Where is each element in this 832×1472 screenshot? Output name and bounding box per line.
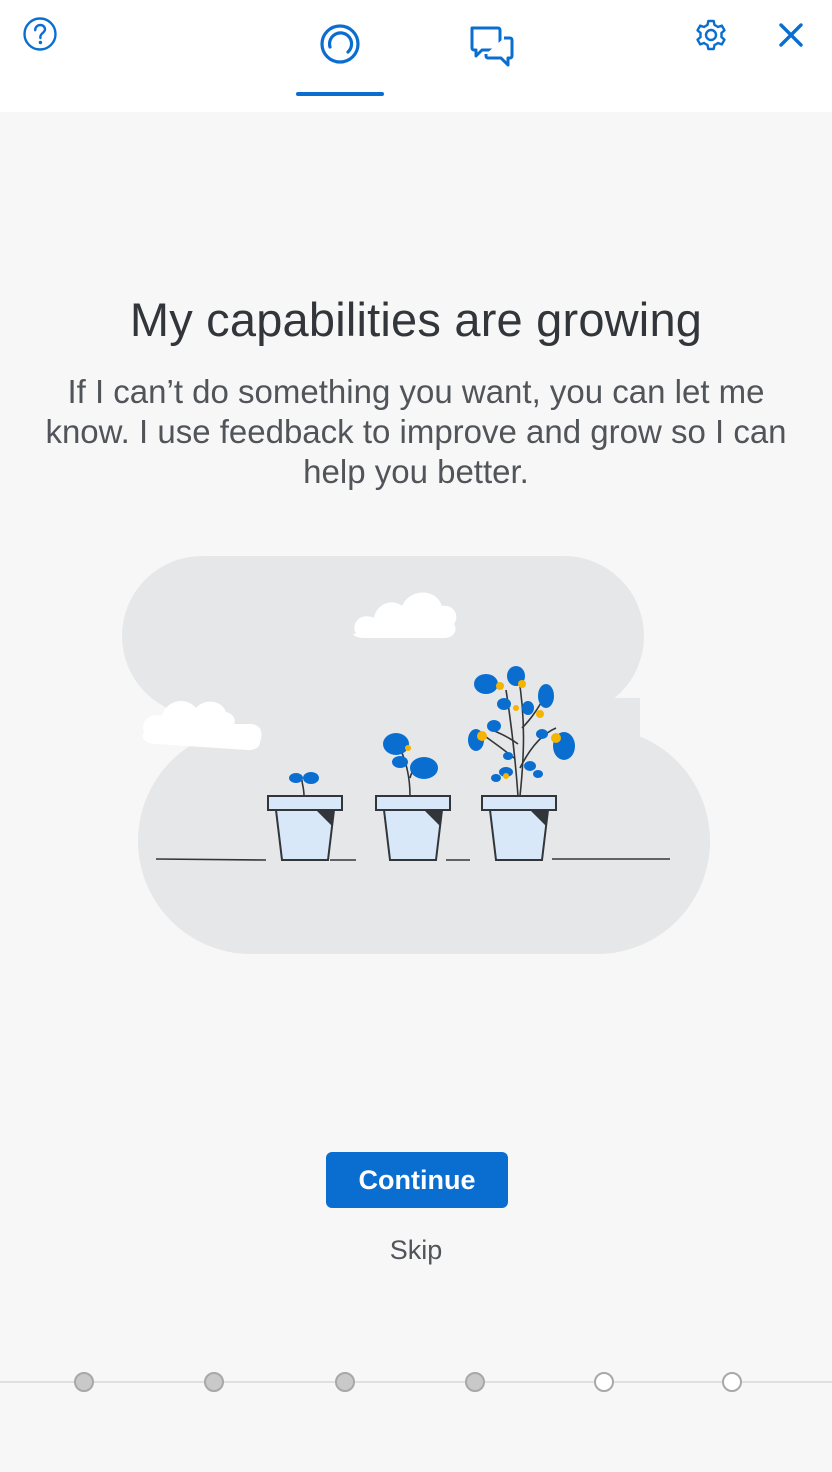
settings-button[interactable] [690, 14, 732, 56]
page-title: My capabilities are growing [129, 293, 703, 346]
tab-chat[interactable] [448, 22, 536, 96]
assistant-ring-icon [320, 24, 360, 64]
progress-step-dot [594, 1372, 614, 1392]
progress-step-dot [335, 1372, 355, 1392]
progress-step-dot [204, 1372, 224, 1392]
close-icon [779, 23, 803, 47]
growing-plants-illustration [122, 556, 710, 954]
chat-bubbles-icon [470, 26, 514, 67]
header-bar [0, 0, 832, 112]
onboarding-screen: My capabilities are growing If I can’t d… [0, 0, 832, 1472]
tab-assistant[interactable] [296, 22, 384, 96]
page-description: If I can’t do something you want, you ca… [45, 373, 787, 490]
progress-step-dot [465, 1372, 485, 1392]
help-circle-icon [23, 17, 57, 51]
active-tab-indicator [296, 92, 384, 96]
gear-icon [696, 19, 726, 51]
close-button[interactable] [770, 14, 812, 56]
help-button[interactable] [20, 14, 60, 54]
skip-link[interactable]: Skip [366, 1230, 466, 1270]
progress-step-dot [722, 1372, 742, 1392]
continue-button[interactable]: Continue [326, 1152, 508, 1208]
progress-track [0, 1381, 832, 1383]
progress-step-dot [74, 1372, 94, 1392]
